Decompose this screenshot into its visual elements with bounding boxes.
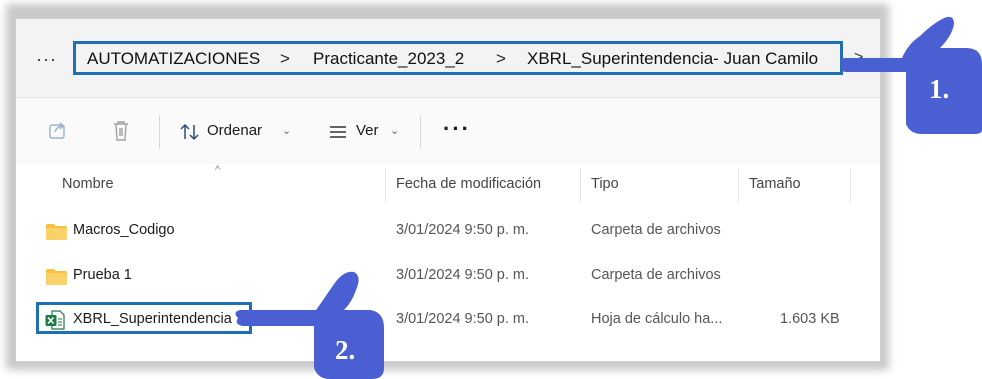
file-date: 3/01/2024 9:50 p. m. — [396, 311, 530, 327]
view-button[interactable]: Ver — [356, 122, 379, 139]
file-size: 1.603 KB — [780, 311, 840, 327]
breadcrumb-separator[interactable]: > — [280, 49, 290, 69]
column-header-date[interactable]: Fecha de modificación — [396, 176, 541, 192]
toolbar-divider — [159, 115, 160, 149]
column-header-name[interactable]: Nombre — [62, 176, 114, 192]
view-chevron-down-icon[interactable]: ⌄ — [390, 124, 399, 137]
column-divider[interactable] — [850, 168, 851, 202]
address-bar: ··· AUTOMATIZACIONES > Practicante_2023_… — [16, 19, 880, 98]
sort-indicator-icon: ^ — [215, 164, 221, 176]
breadcrumb-more-button[interactable]: ··· — [36, 49, 57, 70]
column-divider[interactable] — [580, 168, 581, 202]
column-divider[interactable] — [738, 168, 739, 202]
breadcrumb-item-automatizaciones[interactable]: AUTOMATIZACIONES — [87, 49, 260, 69]
folder-icon — [46, 269, 67, 285]
column-divider[interactable] — [385, 168, 386, 202]
file-name[interactable]: Prueba 1 — [73, 267, 132, 283]
column-header-type[interactable]: Tipo — [591, 176, 619, 192]
share-icon[interactable] — [48, 120, 68, 145]
command-bar: Ordenar ⌄ Ver ⌄ ··· — [16, 98, 880, 164]
pointing-hand-icon — [235, 271, 384, 379]
file-type: Hoja de cálculo ha... — [591, 311, 723, 327]
view-icon[interactable] — [329, 125, 347, 144]
folder-icon — [46, 224, 67, 240]
file-type: Carpeta de archivos — [591, 222, 721, 238]
breadcrumb-separator[interactable]: > — [496, 49, 506, 69]
more-options-button[interactable]: ··· — [443, 116, 471, 142]
file-date: 3/01/2024 9:50 p. m. — [396, 222, 530, 238]
file-date: 3/01/2024 9:50 p. m. — [396, 267, 530, 283]
pointing-hand-icon — [840, 16, 982, 134]
step-2-label: 2. — [335, 335, 356, 365]
file-highlight-box — [36, 302, 252, 334]
column-header-size[interactable]: Tamaño — [749, 176, 801, 192]
explorer-window: ··· AUTOMATIZACIONES > Practicante_2023_… — [15, 18, 881, 362]
breadcrumb-item-xbrl[interactable]: XBRL_Superintendencia- Juan Camilo — [527, 49, 818, 69]
file-type: Carpeta de archivos — [591, 267, 721, 283]
sort-icon[interactable] — [180, 123, 200, 146]
file-name[interactable]: Macros_Codigo — [73, 222, 175, 238]
trash-icon[interactable] — [111, 120, 131, 147]
step-1-label: 1. — [929, 74, 950, 104]
file-row[interactable]: Prueba 1 3/01/2024 9:50 p. m. Carpeta de… — [16, 257, 880, 297]
sort-chevron-down-icon[interactable]: ⌄ — [282, 124, 291, 137]
column-headers: ^ Nombre Fecha de modificación Tipo Tama… — [16, 164, 880, 204]
sort-button[interactable]: Ordenar — [207, 122, 262, 139]
toolbar-divider — [420, 115, 421, 149]
file-row[interactable]: Macros_Codigo 3/01/2024 9:50 p. m. Carpe… — [16, 212, 880, 252]
breadcrumb-item-practicante[interactable]: Practicante_2023_2 — [313, 49, 464, 69]
breadcrumb: AUTOMATIZACIONES > Practicante_2023_2 > … — [73, 41, 843, 75]
